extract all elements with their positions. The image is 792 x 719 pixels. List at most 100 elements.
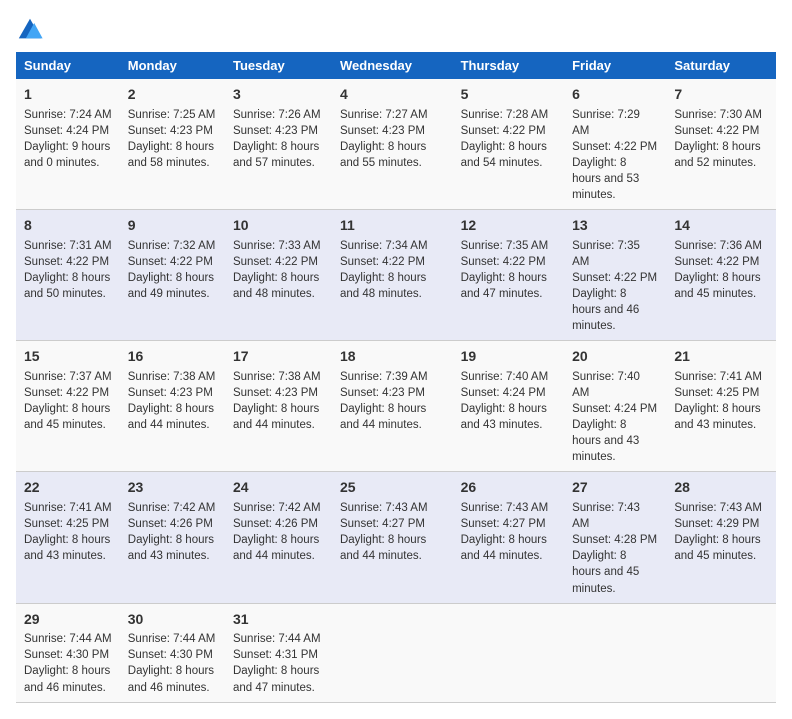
calendar-cell: 16Sunrise: 7:38 AMSunset: 4:23 PMDayligh… (120, 341, 225, 472)
logo (16, 16, 48, 44)
day-number: 3 (233, 85, 324, 105)
logo-icon (16, 16, 44, 44)
sunrise-label: Sunrise: 7:43 AM (340, 502, 428, 514)
daylight-label: Daylight: 8 hours and 55 minutes. (340, 141, 426, 169)
sunrise-label: Sunrise: 7:31 AM (24, 240, 112, 252)
daylight-label: Daylight: 8 hours and 46 minutes. (24, 665, 110, 693)
daylight-label: Daylight: 8 hours and 46 minutes. (572, 288, 639, 332)
sunrise-label: Sunrise: 7:35 AM (461, 240, 549, 252)
sunset-label: Sunset: 4:22 PM (674, 256, 759, 268)
daylight-label: Daylight: 8 hours and 43 minutes. (24, 534, 110, 562)
sunset-label: Sunset: 4:25 PM (24, 518, 109, 530)
daylight-label: Daylight: 8 hours and 54 minutes. (461, 141, 547, 169)
day-number: 31 (233, 610, 324, 630)
sunrise-label: Sunrise: 7:44 AM (24, 633, 112, 645)
calendar-week-row: 1Sunrise: 7:24 AMSunset: 4:24 PMDaylight… (16, 79, 776, 210)
sunrise-label: Sunrise: 7:41 AM (24, 502, 112, 514)
day-number: 24 (233, 478, 324, 498)
day-number: 29 (24, 610, 112, 630)
calendar-week-row: 22 Sunrise: 7:41 AM Sunset: 4:25 PM Dayligh… (16, 472, 776, 603)
calendar-week-row: 8Sunrise: 7:31 AMSunset: 4:22 PMDaylight… (16, 210, 776, 341)
calendar-week-row: 15 Sunrise: 7:37 AM Sunset: 4:22 PM Dayligh… (16, 341, 776, 472)
calendar-cell: 29Sunrise: 7:44 AMSunset: 4:30 PMDayligh… (16, 603, 120, 702)
sunrise-label: Sunrise: 7:40 AM (461, 371, 549, 383)
daylight-label: Daylight: 8 hours and 48 minutes. (233, 272, 319, 300)
sunset-label: Sunset: 4:30 PM (128, 649, 213, 661)
daylight-label: Daylight: 8 hours and 44 minutes. (233, 403, 319, 431)
sunrise-label: Sunrise: 7:30 AM (674, 109, 762, 121)
sunset-label: Sunset: 4:26 PM (233, 518, 318, 530)
day-number: 22 (24, 478, 112, 498)
sunset-label: Sunset: 4:24 PM (572, 403, 657, 415)
sunset-label: Sunset: 4:27 PM (461, 518, 546, 530)
sunset-label: Sunset: 4:22 PM (461, 256, 546, 268)
day-number: 13 (572, 216, 658, 236)
day-number: 17 (233, 347, 324, 367)
daylight-label: Daylight: 8 hours and 43 minutes. (674, 403, 760, 431)
sunrise-label: Sunrise: 7:38 AM (233, 371, 321, 383)
calendar-cell: 17Sunrise: 7:38 AMSunset: 4:23 PMDayligh… (225, 341, 332, 472)
day-number: 20 (572, 347, 658, 367)
sunrise-label: Sunrise: 7:37 AM (24, 371, 112, 383)
calendar-cell: 10Sunrise: 7:33 AMSunset: 4:22 PMDayligh… (225, 210, 332, 341)
day-number: 15 (24, 347, 112, 367)
calendar-table: SundayMondayTuesdayWednesdayThursdayFrid… (16, 52, 776, 703)
sunrise-label: Sunrise: 7:26 AM (233, 109, 321, 121)
daylight-label: Daylight: 8 hours and 49 minutes. (128, 272, 214, 300)
calendar-cell: 23Sunrise: 7:42 AMSunset: 4:26 PMDayligh… (120, 472, 225, 603)
sunset-label: Sunset: 4:23 PM (233, 125, 318, 137)
calendar-cell: 30Sunrise: 7:44 AMSunset: 4:30 PMDayligh… (120, 603, 225, 702)
sunrise-label: Sunrise: 7:41 AM (674, 371, 762, 383)
day-number: 4 (340, 85, 445, 105)
calendar-cell (332, 603, 453, 702)
sunrise-label: Sunrise: 7:35 AM (572, 240, 640, 268)
sunset-label: Sunset: 4:22 PM (24, 387, 109, 399)
day-number: 19 (461, 347, 557, 367)
calendar-header-tuesday: Tuesday (225, 52, 332, 79)
calendar-cell: 27Sunrise: 7:43 AMSunset: 4:28 PMDayligh… (564, 472, 666, 603)
day-number: 16 (128, 347, 217, 367)
calendar-cell: 6Sunrise: 7:29 AMSunset: 4:22 PMDaylight… (564, 79, 666, 210)
daylight-label: Daylight: 8 hours and 50 minutes. (24, 272, 110, 300)
day-number: 12 (461, 216, 557, 236)
sunrise-label: Sunrise: 7:43 AM (461, 502, 549, 514)
sunrise-label: Sunrise: 7:27 AM (340, 109, 428, 121)
sunset-label: Sunset: 4:24 PM (24, 125, 109, 137)
calendar-cell: 7Sunrise: 7:30 AMSunset: 4:22 PMDaylight… (666, 79, 776, 210)
calendar-cell: 14Sunrise: 7:36 AMSunset: 4:22 PMDayligh… (666, 210, 776, 341)
day-number: 30 (128, 610, 217, 630)
sunset-label: Sunset: 4:23 PM (128, 125, 213, 137)
sunset-label: Sunset: 4:22 PM (340, 256, 425, 268)
calendar-cell: 24Sunrise: 7:42 AMSunset: 4:26 PMDayligh… (225, 472, 332, 603)
calendar-cell: 20Sunrise: 7:40 AMSunset: 4:24 PMDayligh… (564, 341, 666, 472)
sunrise-label: Sunrise: 7:43 AM (572, 502, 640, 530)
calendar-header-row: SundayMondayTuesdayWednesdayThursdayFrid… (16, 52, 776, 79)
calendar-header-thursday: Thursday (453, 52, 565, 79)
calendar-cell: 11Sunrise: 7:34 AMSunset: 4:22 PMDayligh… (332, 210, 453, 341)
daylight-label: Daylight: 8 hours and 44 minutes. (340, 403, 426, 431)
calendar-cell: 4 Sunrise: 7:27 AM Sunset: 4:23 PM Daylight… (332, 79, 453, 210)
sunrise-label: Sunrise: 7:38 AM (128, 371, 216, 383)
day-number: 6 (572, 85, 658, 105)
day-number: 14 (674, 216, 768, 236)
daylight-label: Daylight: 8 hours and 45 minutes. (24, 403, 110, 431)
calendar-header-monday: Monday (120, 52, 225, 79)
calendar-cell (564, 603, 666, 702)
sunset-label: Sunset: 4:22 PM (233, 256, 318, 268)
calendar-week-row: 29 Sunrise: 7:44 AM Sunset: 4:30 PM Dayligh… (16, 603, 776, 702)
day-number: 11 (340, 216, 445, 236)
sunrise-label: Sunrise: 7:34 AM (340, 240, 428, 252)
sunrise-label: Sunrise: 7:44 AM (233, 633, 321, 645)
day-number: 9 (128, 216, 217, 236)
calendar-cell: 25Sunrise: 7:43 AMSunset: 4:27 PMDayligh… (332, 472, 453, 603)
sunset-label: Sunset: 4:31 PM (233, 649, 318, 661)
sunset-label: Sunset: 4:23 PM (340, 125, 425, 137)
calendar-cell: 31Sunrise: 7:44 AMSunset: 4:31 PMDayligh… (225, 603, 332, 702)
calendar-header-friday: Friday (564, 52, 666, 79)
day-number: 1 (24, 85, 112, 105)
day-number: 23 (128, 478, 217, 498)
sunrise-label: Sunrise: 7:43 AM (674, 502, 762, 514)
calendar-cell: 2Sunrise: 7:25 AMSunset: 4:23 PMDaylight… (120, 79, 225, 210)
day-number: 7 (674, 85, 768, 105)
day-number: 21 (674, 347, 768, 367)
